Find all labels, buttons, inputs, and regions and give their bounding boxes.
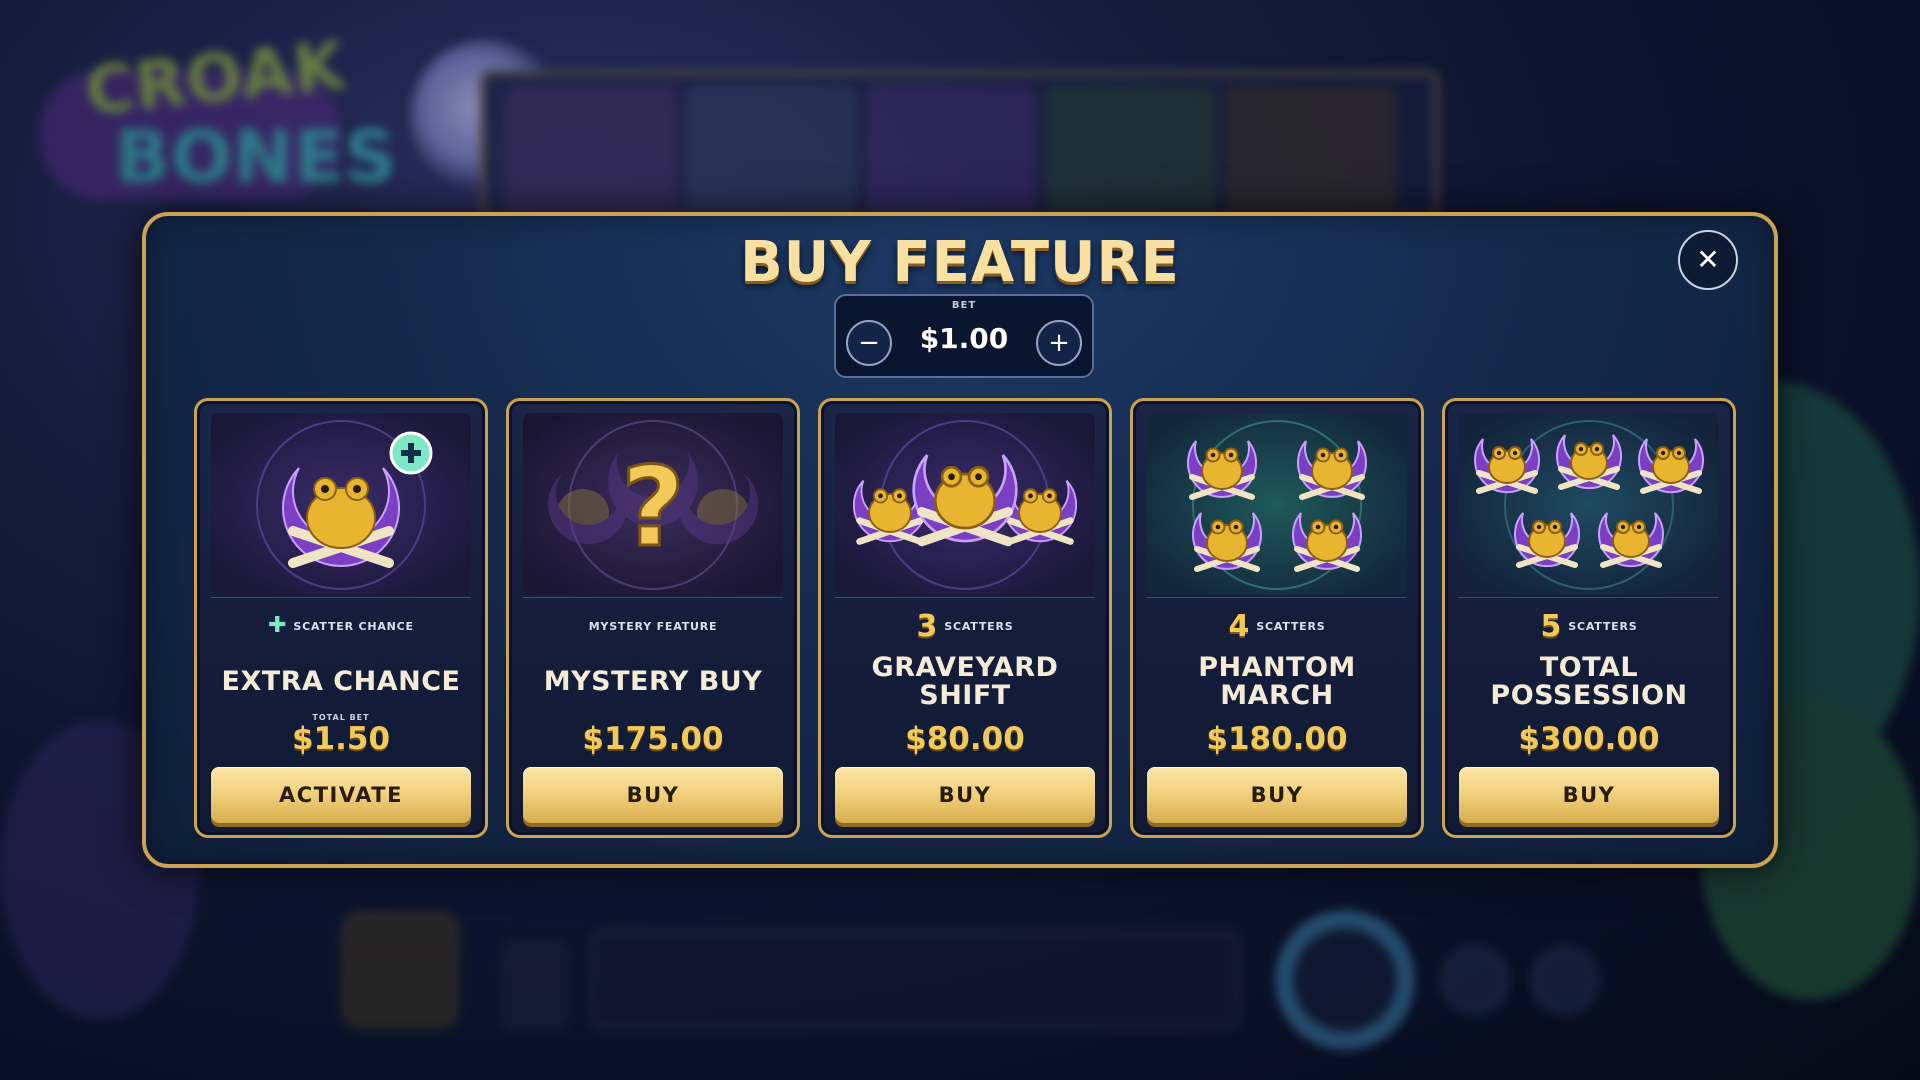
feature-card-extra-chance: ✚ SCATTER CHANCE EXTRA CHANCE TOTAL BET …	[194, 398, 488, 838]
bet-selector: BET − $1.00 +	[834, 294, 1094, 378]
card-name: TOTAL POSSESSION	[1490, 652, 1688, 711]
card-name: MYSTERY BUY	[543, 666, 763, 697]
plus-icon: ✚	[268, 613, 288, 638]
bet-value: $1.00	[919, 322, 1009, 355]
spin-button-bg	[1275, 910, 1415, 1050]
minus-icon: −	[858, 328, 880, 358]
four-frog-scatters-icon	[1147, 413, 1407, 595]
card-price: $175.00	[582, 721, 724, 757]
card-subtitle: 3 SCATTERS	[821, 608, 1109, 644]
autoplay-button-bg	[1440, 945, 1510, 1015]
modal-title: BUY FEATURE	[740, 230, 1180, 295]
close-button[interactable]: ✕	[1678, 230, 1738, 290]
bet-decrease-button[interactable]: −	[846, 320, 892, 366]
card-divider	[211, 597, 471, 598]
card-subtitle: 5 SCATTERS	[1445, 608, 1733, 644]
scatter-count: 3	[916, 608, 939, 644]
card-subtitle-text: SCATTERS	[1568, 619, 1638, 633]
scatter-count: 5	[1540, 608, 1563, 644]
buy-button[interactable]: BUY	[1459, 767, 1719, 823]
close-icon: ✕	[1696, 243, 1720, 276]
card-divider	[1147, 597, 1407, 598]
card-name: EXTRA CHANCE	[221, 666, 461, 697]
card-name: PHANTOM MARCH	[1198, 652, 1356, 711]
buy-button[interactable]: BUY	[835, 767, 1095, 823]
feature-card-graveyard-shift: 3 SCATTERS GRAVEYARD SHIFT $80.00 BUY	[818, 398, 1112, 838]
card-price: $1.50	[291, 721, 391, 757]
card-subtitle-text: SCATTERS	[1256, 619, 1326, 633]
bonus-pot	[340, 910, 460, 1030]
buy-feature-modal: BUY FEATURE ✕ BET − $1.00 + ✚ SCATTER CH…	[142, 212, 1778, 868]
activate-button[interactable]: ACTIVATE	[211, 767, 471, 823]
turbo-button-bg	[1530, 945, 1600, 1015]
card-subtitle-text: SCATTERS	[944, 619, 1014, 633]
card-subtitle: ✚ SCATTER CHANCE	[197, 611, 485, 641]
plus-icon: +	[1048, 328, 1070, 358]
card-divider	[1459, 597, 1719, 598]
svg-text:?: ?	[621, 443, 685, 571]
bet-increase-button[interactable]: +	[1036, 320, 1082, 366]
menu-button-bg	[500, 940, 570, 1030]
bottom-bar	[590, 930, 1240, 1030]
card-divider	[523, 597, 783, 598]
bet-label: BET	[951, 300, 977, 311]
card-subtitle-text: SCATTER CHANCE	[293, 619, 414, 633]
card-subtitle: MYSTERY FEATURE	[509, 611, 797, 641]
buy-button[interactable]: BUY	[523, 767, 783, 823]
five-frog-scatters-icon	[1459, 413, 1719, 595]
card-price: $300.00	[1518, 721, 1660, 757]
card-name: GRAVEYARD SHIFT	[871, 652, 1059, 711]
feature-card-mystery-buy: ? MYSTERY FEATURE MYSTERY BUY $175.00 BU…	[506, 398, 800, 838]
card-price: $80.00	[905, 721, 1025, 757]
buy-button[interactable]: BUY	[1147, 767, 1407, 823]
card-divider	[835, 597, 1095, 598]
mystery-question-icon: ?	[523, 413, 783, 595]
card-subtitle-text: MYSTERY FEATURE	[588, 619, 718, 633]
card-subtitle: 4 SCATTERS	[1133, 608, 1421, 644]
scatter-count: 4	[1228, 608, 1251, 644]
feature-card-phantom-march: 4 SCATTERS PHANTOM MARCH $180.00 BUY	[1130, 398, 1424, 838]
frog-scatter-plus-icon	[211, 413, 471, 595]
card-price: $180.00	[1206, 721, 1348, 757]
feature-card-total-possession: 5 SCATTERS TOTAL POSSESSION $300.00 BUY	[1442, 398, 1736, 838]
three-frog-scatters-icon	[835, 413, 1095, 595]
game-logo: CROAK BONES	[40, 27, 396, 210]
reel-frame	[480, 70, 1440, 220]
